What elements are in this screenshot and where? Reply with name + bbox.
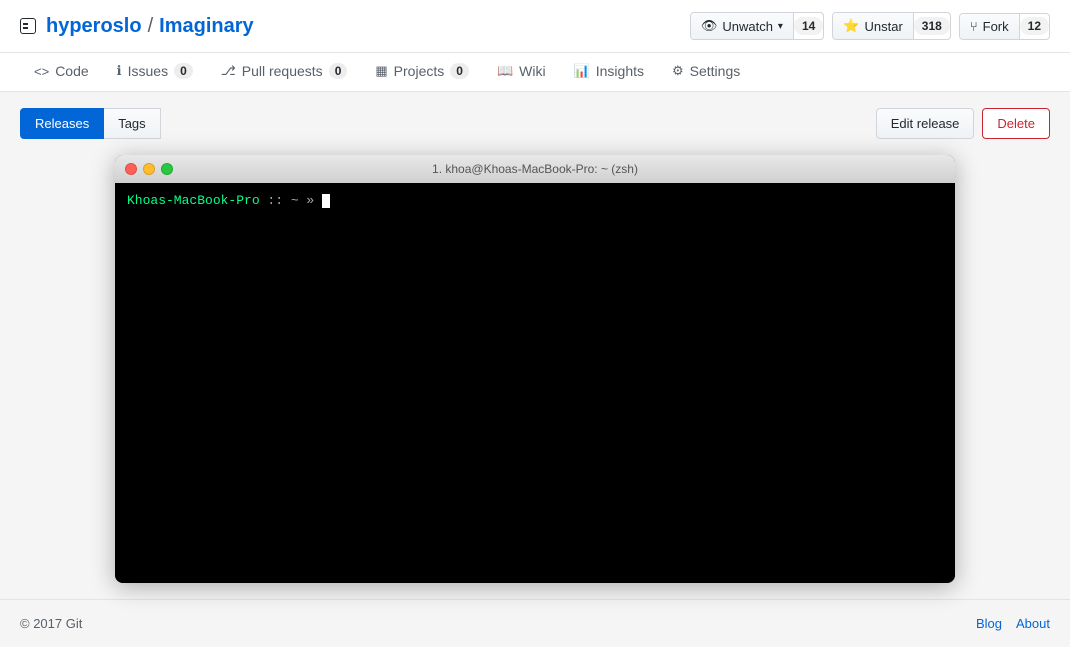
prompt-host: Khoas-MacBook-Pro — [127, 193, 260, 208]
fork-button[interactable]: ⑂ Fork — [960, 14, 1020, 39]
tab-issues[interactable]: ℹ Issues 0 — [103, 53, 207, 91]
footer-link-blog[interactable]: Blog — [976, 616, 1002, 631]
tab-code[interactable]: <> Code — [20, 53, 103, 91]
projects-badge: 0 — [450, 63, 469, 79]
terminal-cursor — [322, 194, 330, 208]
header-actions: 👁 Unwatch ▾ 14 ⭐ Unstar 318 ⑂ Fork 12 — [690, 12, 1050, 40]
pr-badge: 0 — [329, 63, 348, 79]
sub-tab-releases[interactable]: Releases — [20, 108, 104, 139]
repo-name[interactable]: Imaginary — [159, 15, 253, 38]
terminal-window: 1. khoa@Khoas-MacBook-Pro: ~ (zsh) Khoas… — [115, 155, 955, 583]
tab-issues-label: Issues — [128, 63, 168, 79]
footer-links: Blog About — [976, 616, 1050, 631]
watch-label: Unwatch — [722, 19, 773, 34]
terminal-titlebar: 1. khoa@Khoas-MacBook-Pro: ~ (zsh) — [115, 155, 955, 183]
issues-icon: ℹ — [117, 63, 122, 79]
repo-icon — [20, 18, 36, 34]
code-icon: <> — [34, 64, 49, 79]
repo-owner[interactable]: hyperoslo — [46, 15, 142, 38]
watch-count: 14 — [794, 17, 823, 35]
star-icon: ⭐ — [843, 18, 859, 34]
sub-tab-tags[interactable]: Tags — [104, 108, 160, 139]
fork-label: Fork — [983, 19, 1009, 34]
terminal-title: 1. khoa@Khoas-MacBook-Pro: ~ (zsh) — [432, 162, 638, 176]
prompt-separator: :: ~ » — [260, 193, 315, 208]
tab-insights[interactable]: 📊 Insights — [560, 53, 658, 91]
edit-release-button[interactable]: Edit release — [876, 108, 975, 139]
tab-projects[interactable]: ▦ Projects 0 — [361, 53, 483, 91]
star-count: 318 — [914, 17, 950, 35]
nav-tabs: <> Code ℹ Issues 0 ⎇ Pull requests 0 ▦ P… — [0, 53, 1070, 92]
traffic-lights — [125, 163, 173, 175]
terminal-prompt-line: Khoas-MacBook-Pro :: ~ » — [127, 193, 943, 208]
fork-icon: ⑂ — [970, 19, 978, 34]
tab-settings-label: Settings — [690, 63, 741, 79]
close-button[interactable] — [125, 163, 137, 175]
tab-settings[interactable]: ⚙ Settings — [658, 53, 754, 91]
fork-count: 12 — [1020, 17, 1049, 35]
footer: © 2017 Git Blog About — [0, 599, 1070, 647]
tab-projects-label: Projects — [394, 63, 445, 79]
tab-insights-label: Insights — [596, 63, 644, 79]
repo-title: hyperoslo / Imaginary — [20, 15, 254, 38]
tab-wiki-label: Wiki — [519, 63, 545, 79]
delete-button[interactable]: Delete — [982, 108, 1050, 139]
header: hyperoslo / Imaginary 👁 Unwatch ▾ 14 ⭐ U… — [0, 0, 1070, 53]
content-area: Releases Tags Edit release Delete 1. kho… — [0, 92, 1070, 599]
star-button[interactable]: ⭐ Unstar — [833, 13, 913, 39]
repo-separator: / — [146, 15, 156, 38]
sub-tabs-bar: Releases Tags Edit release Delete — [20, 108, 1050, 139]
tab-pull-requests[interactable]: ⎇ Pull requests 0 — [207, 53, 362, 91]
wiki-icon: 📖 — [497, 63, 513, 79]
eye-icon: 👁 — [701, 18, 718, 34]
watch-button[interactable]: 👁 Unwatch ▾ — [691, 13, 794, 39]
insights-icon: 📊 — [574, 63, 590, 79]
minimize-button[interactable] — [143, 163, 155, 175]
star-label: Unstar — [865, 19, 903, 34]
terminal-body[interactable]: Khoas-MacBook-Pro :: ~ » — [115, 183, 955, 583]
issues-badge: 0 — [174, 63, 193, 79]
projects-icon: ▦ — [375, 63, 387, 79]
maximize-button[interactable] — [161, 163, 173, 175]
watch-dropdown-icon[interactable]: ▾ — [778, 21, 783, 32]
tab-code-label: Code — [55, 63, 88, 79]
settings-icon: ⚙ — [672, 63, 684, 79]
tab-pr-label: Pull requests — [242, 63, 323, 79]
tab-wiki[interactable]: 📖 Wiki — [483, 53, 560, 91]
pr-icon: ⎇ — [221, 63, 236, 79]
copyright: © 2017 Git — [20, 616, 82, 631]
footer-link-about[interactable]: About — [1016, 616, 1050, 631]
